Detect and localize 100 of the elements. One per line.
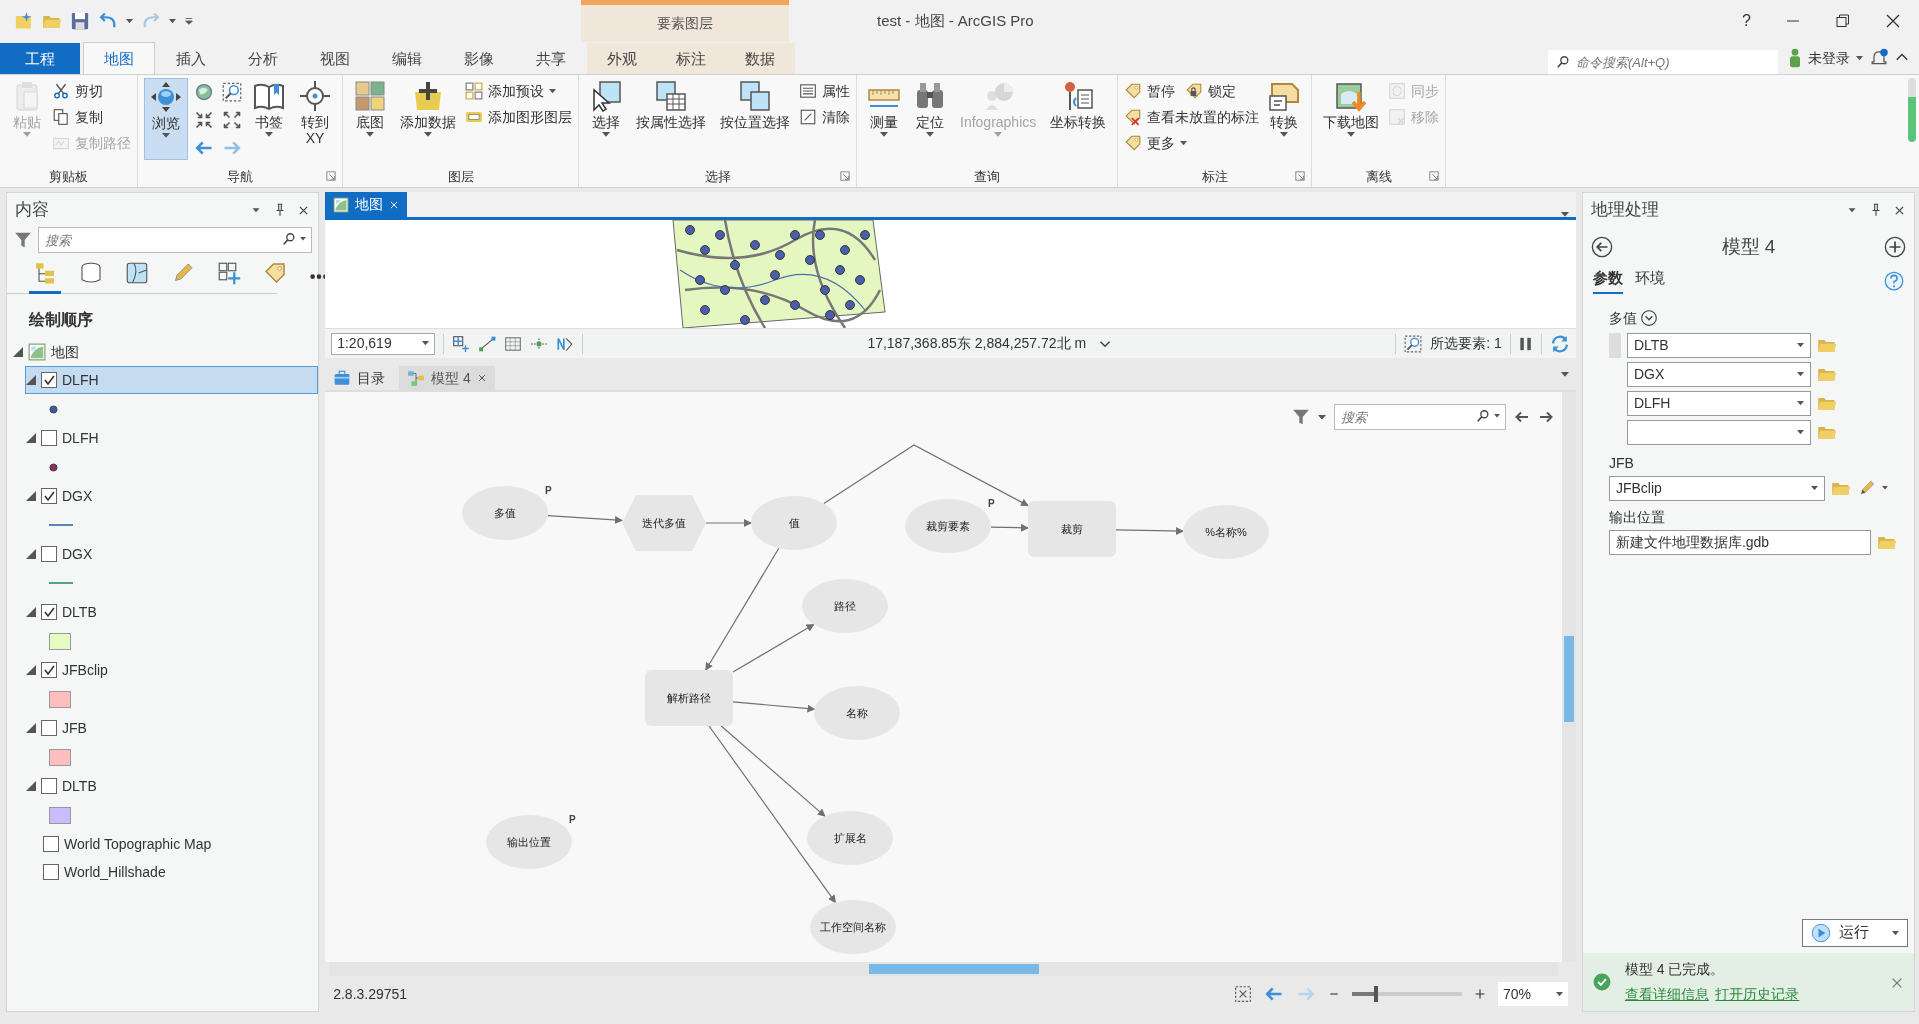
expand-arrow-icon[interactable] — [26, 723, 36, 733]
ribbon-button[interactable]: 测量 — [863, 78, 905, 160]
ribbon-button[interactable]: 转到 XY — [294, 78, 336, 160]
variable-node[interactable]: 名称 — [814, 686, 901, 740]
new-project-icon[interactable] — [14, 11, 34, 31]
run-button[interactable]: 运行 — [1801, 918, 1908, 947]
scrollbar[interactable] — [1561, 392, 1576, 962]
search-field[interactable]: 搜索 — [38, 227, 312, 253]
ribbon-button[interactable]: 剪切 — [52, 80, 103, 102]
checkbox[interactable] — [41, 662, 57, 678]
checkbox[interactable] — [43, 836, 59, 852]
back-icon[interactable] — [1590, 236, 1613, 258]
ribbon-button[interactable]: 坐标转换 — [1045, 78, 1112, 160]
plus-icon[interactable] — [1473, 988, 1486, 1000]
ribbon-tab[interactable]: 分析 — [227, 43, 299, 74]
ribbon-button[interactable]: 属性 — [799, 80, 850, 102]
dropdown-field[interactable]: DGX — [1626, 361, 1811, 387]
launcher-icon[interactable] — [1295, 171, 1306, 181]
account-button[interactable]: 未登录 — [1808, 47, 1850, 69]
ribbon-button[interactable]: 浏览 — [144, 78, 188, 160]
zoom-dropdown[interactable]: 70% — [1497, 982, 1568, 1006]
ribbon-button[interactable]: 按属性选择 — [631, 78, 711, 160]
ribbon-button[interactable]: 添加数据 — [395, 78, 461, 160]
navigation-button[interactable] — [220, 80, 244, 104]
zoom-to-selection-icon[interactable] — [1404, 334, 1423, 353]
filter-icon[interactable] — [13, 231, 32, 249]
ribbon-button[interactable]: 更多 — [1124, 132, 1188, 154]
expand-arrow-icon[interactable] — [26, 491, 36, 501]
variable-node[interactable]: 值 — [751, 496, 838, 550]
refresh-icon[interactable] — [1549, 333, 1570, 354]
pane-tab[interactable]: 参数 — [1592, 267, 1623, 294]
ribbon-tab[interactable]: 标注 — [656, 43, 725, 74]
dropdown-field[interactable]: DLTB — [1626, 332, 1811, 358]
expand-arrow-icon[interactable] — [26, 549, 36, 559]
close-icon[interactable] — [476, 373, 487, 383]
tool-node[interactable]: 解析路径 — [645, 670, 734, 726]
scrollbar[interactable] — [329, 962, 1558, 976]
iterator-node[interactable]: 迭代多值 — [622, 495, 707, 551]
expand-arrow-icon[interactable] — [26, 375, 36, 385]
link[interactable]: 查看详细信息 — [1624, 983, 1709, 1005]
launcher-icon[interactable] — [1429, 171, 1440, 181]
dropdown-field[interactable]: DLFH — [1626, 390, 1811, 416]
ribbon-button[interactable]: 暂停 — [1124, 80, 1176, 102]
dropdown-field[interactable]: JFBclip — [1608, 475, 1825, 501]
ribbon-tab[interactable]: 外观 — [587, 43, 656, 74]
ribbon-button[interactable]: 选择 — [585, 78, 627, 160]
add-icon[interactable] — [1884, 236, 1906, 258]
scrollbar[interactable] — [1907, 78, 1916, 143]
customize-icon[interactable] — [184, 16, 194, 26]
dropdown-field[interactable] — [1626, 419, 1811, 445]
input-field[interactable]: 新建文件地理数据库.gdb — [1608, 529, 1871, 555]
ribbon-button[interactable]: 添加图形图层 — [465, 106, 572, 128]
ribbon-button[interactable]: 转换 — [1263, 78, 1306, 160]
restore-icon[interactable] — [1835, 13, 1851, 29]
checkbox[interactable] — [41, 372, 57, 388]
checkbox[interactable] — [41, 778, 57, 794]
checkbox[interactable] — [41, 488, 57, 504]
snapping-icon[interactable] — [478, 334, 497, 353]
close-icon[interactable] — [1885, 13, 1901, 29]
ribbon-button[interactable]: 锁定 — [1185, 80, 1237, 102]
command-search-field[interactable]: 命令搜索(Alt+Q) — [1548, 50, 1778, 74]
expand-arrow-icon[interactable] — [26, 607, 36, 617]
help-button[interactable]: ? — [1742, 9, 1751, 33]
grid-add-icon[interactable] — [452, 334, 471, 353]
expand-arrow-icon[interactable] — [26, 433, 36, 443]
checkbox[interactable] — [41, 720, 57, 736]
expand-arrow-icon[interactable] — [26, 781, 36, 791]
tool-node[interactable]: 裁剪 — [1028, 501, 1117, 557]
ribbon-tab[interactable]: 编辑 — [371, 43, 443, 74]
checkbox[interactable] — [43, 864, 59, 880]
ribbon-button[interactable]: 定位 — [909, 78, 951, 160]
search-field[interactable]: 搜索 — [1333, 404, 1506, 430]
variable-node[interactable]: 路径 — [802, 579, 889, 633]
filter-icon[interactable] — [1291, 408, 1310, 426]
ribbon-tab[interactable]: 共享 — [515, 43, 587, 74]
link[interactable]: 打开历史记录 — [1715, 983, 1800, 1005]
back-arrow-icon[interactable] — [1513, 409, 1530, 425]
pane-tab[interactable]: 环境 — [1634, 267, 1665, 294]
ribbon-tab[interactable]: 地图 — [83, 42, 155, 74]
ribbon-button[interactable]: 复制 — [52, 106, 103, 128]
variable-node[interactable]: 扩展名 — [807, 811, 894, 865]
checkbox[interactable] — [41, 430, 57, 446]
checkbox[interactable] — [41, 604, 57, 620]
fit-extent-icon[interactable] — [1233, 985, 1252, 1003]
expand-icon[interactable] — [1640, 309, 1659, 327]
expand-arrow-icon[interactable] — [26, 665, 36, 675]
scale-dropdown[interactable]: 1:20,619 — [331, 332, 436, 355]
ribbon-tab[interactable]: 视图 — [299, 43, 371, 74]
close-icon[interactable] — [389, 199, 400, 210]
ribbon-button[interactable]: 查看未放置的标注 — [1124, 106, 1260, 128]
selected-row[interactable]: DLFH — [25, 366, 319, 394]
drag-handle[interactable] — [1608, 332, 1621, 358]
ribbon-button[interactable]: 按位置选择 — [715, 78, 795, 160]
ribbon-button[interactable]: 下载地图 — [1318, 78, 1385, 160]
launcher-icon[interactable] — [326, 171, 336, 181]
expand-arrow-icon[interactable] — [13, 347, 23, 357]
grid-icon[interactable] — [504, 334, 523, 353]
launcher-icon[interactable] — [840, 171, 850, 181]
document-tab[interactable]: 目录 — [325, 366, 394, 390]
ribbon-tab[interactable]: 工程 — [0, 43, 80, 74]
